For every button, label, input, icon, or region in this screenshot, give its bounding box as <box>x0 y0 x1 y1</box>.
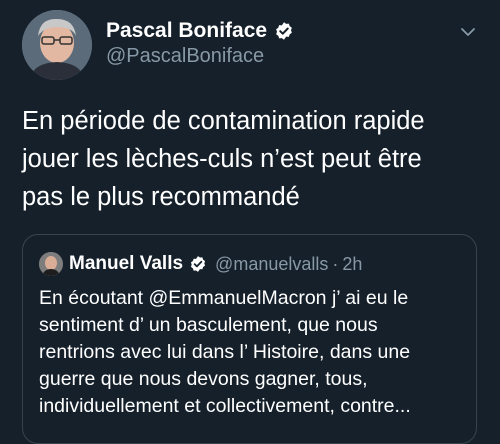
author-avatar[interactable] <box>22 10 92 80</box>
quoted-tweet-text: En écoutant @EmmanuelMacron j’ ai eu le … <box>39 287 411 417</box>
quoted-tweet-header: Manuel Valls @manuelvalls · 2h <box>39 251 362 277</box>
author-handle[interactable]: @PascalBoniface <box>106 45 294 68</box>
quoted-timestamp[interactable]: 2h <box>342 254 362 275</box>
verified-badge-icon <box>276 22 292 40</box>
quoted-tweet[interactable]: Manuel Valls @manuelvalls · 2h En écouta… <box>22 234 477 444</box>
verified-badge-icon <box>190 256 206 272</box>
author-name[interactable]: Pascal Boniface <box>106 19 267 43</box>
quoted-author-name[interactable]: Manuel Valls <box>69 253 183 275</box>
author-block: Pascal Boniface @PascalBoniface <box>106 18 294 68</box>
chevron-down-icon[interactable] <box>458 22 478 42</box>
avatar-photo-icon <box>39 252 63 276</box>
quoted-author-avatar[interactable] <box>39 252 63 276</box>
tweet-text: En période de contamination rapide jouer… <box>22 107 425 211</box>
quoted-author-handle[interactable]: @manuelvalls <box>215 254 328 275</box>
quoted-separator: · <box>332 253 339 274</box>
avatar-photo-icon <box>22 10 92 80</box>
tweet-card[interactable]: Pascal Boniface @PascalBoniface En pério… <box>0 0 500 444</box>
author-name-row: Pascal Boniface <box>106 18 294 44</box>
